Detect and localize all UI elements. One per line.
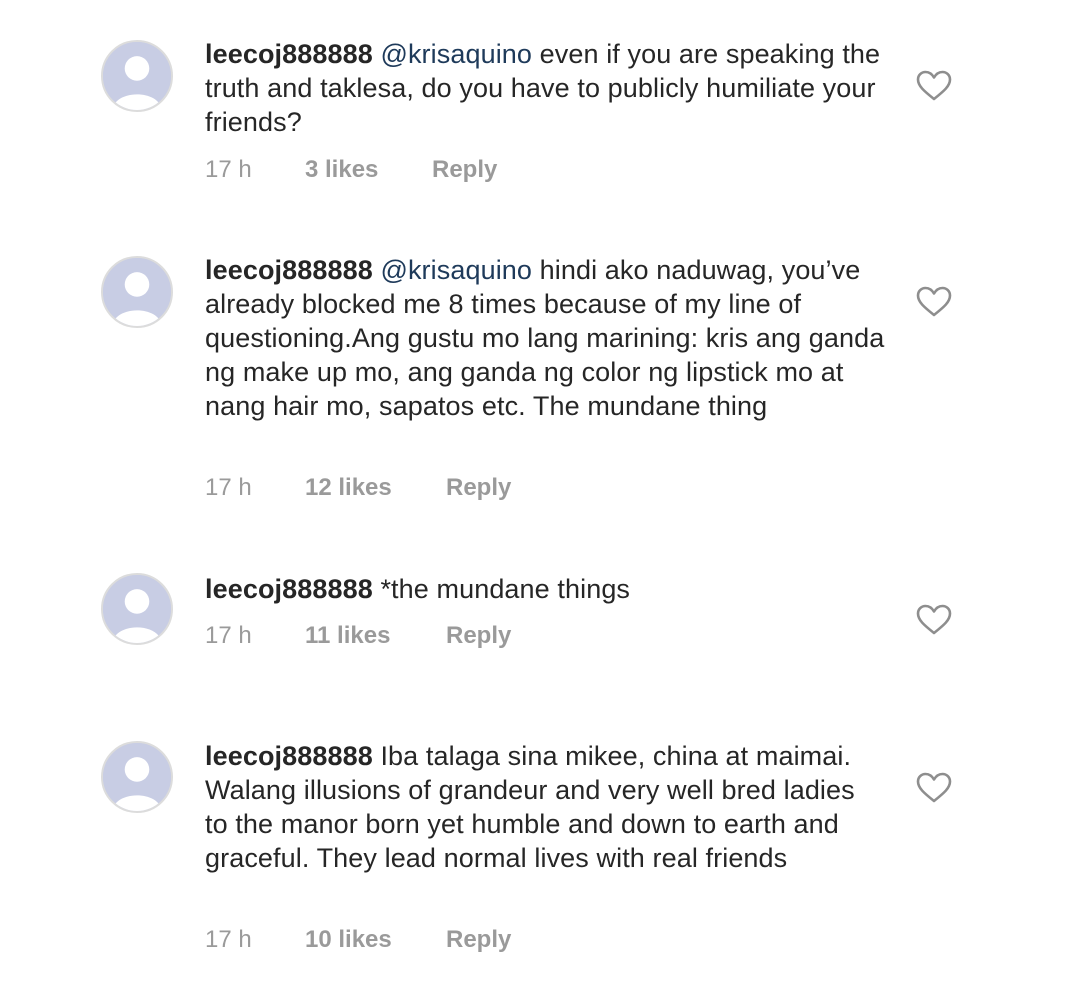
comment-meta: 17 h 3 likes Reply [205, 155, 497, 185]
comment-body: *the mundane things [380, 574, 631, 604]
heart-outline-icon [916, 604, 952, 635]
like-button[interactable] [916, 286, 952, 318]
comment-username[interactable]: leecoj888888 [205, 741, 373, 771]
avatar[interactable] [101, 40, 173, 112]
comment-username[interactable]: leecoj888888 [205, 255, 373, 285]
like-button[interactable] [916, 604, 952, 636]
comment-text: leecoj888888 *the mundane things [205, 572, 885, 606]
comment-time: 17 h [205, 622, 252, 649]
default-avatar-icon [103, 258, 171, 326]
default-avatar-icon [103, 575, 171, 643]
avatar[interactable] [101, 256, 173, 328]
comment-likes[interactable]: 11 likes [305, 621, 446, 651]
reply-button[interactable]: Reply [446, 473, 511, 503]
heart-outline-icon [916, 772, 952, 803]
default-avatar-icon [103, 743, 171, 811]
comment-meta: 17 h 12 likes Reply [205, 473, 511, 503]
comment-username[interactable]: leecoj888888 [205, 574, 373, 604]
avatar[interactable] [101, 573, 173, 645]
like-button[interactable] [916, 70, 952, 102]
comment-mention[interactable]: @krisaquino [380, 255, 532, 285]
comment-text: leecoj888888 @krisaquino even if you are… [205, 37, 885, 139]
comment-likes[interactable]: 3 likes [305, 155, 432, 185]
like-button[interactable] [916, 772, 952, 804]
comment-meta: 17 h 10 likes Reply [205, 925, 511, 955]
comment-likes[interactable]: 10 likes [305, 925, 446, 955]
reply-button[interactable]: Reply [446, 925, 511, 955]
comment-time: 17 h [205, 926, 252, 953]
heart-outline-icon [916, 70, 952, 101]
reply-button[interactable]: Reply [446, 621, 511, 651]
default-avatar-icon [103, 42, 171, 110]
reply-button[interactable]: Reply [432, 155, 497, 185]
comment-text: leecoj888888 @krisaquino hindi ako naduw… [205, 253, 885, 423]
comment-meta: 17 h 11 likes Reply [205, 621, 511, 651]
comment-mention[interactable]: @krisaquino [380, 39, 532, 69]
heart-outline-icon [916, 286, 952, 317]
comment-likes[interactable]: 12 likes [305, 473, 446, 503]
comment-time: 17 h [205, 474, 252, 501]
avatar[interactable] [101, 741, 173, 813]
comment-username[interactable]: leecoj888888 [205, 39, 373, 69]
comment-time: 17 h [205, 156, 252, 183]
comment-text: leecoj888888 Iba talaga sina mikee, chin… [205, 739, 885, 875]
